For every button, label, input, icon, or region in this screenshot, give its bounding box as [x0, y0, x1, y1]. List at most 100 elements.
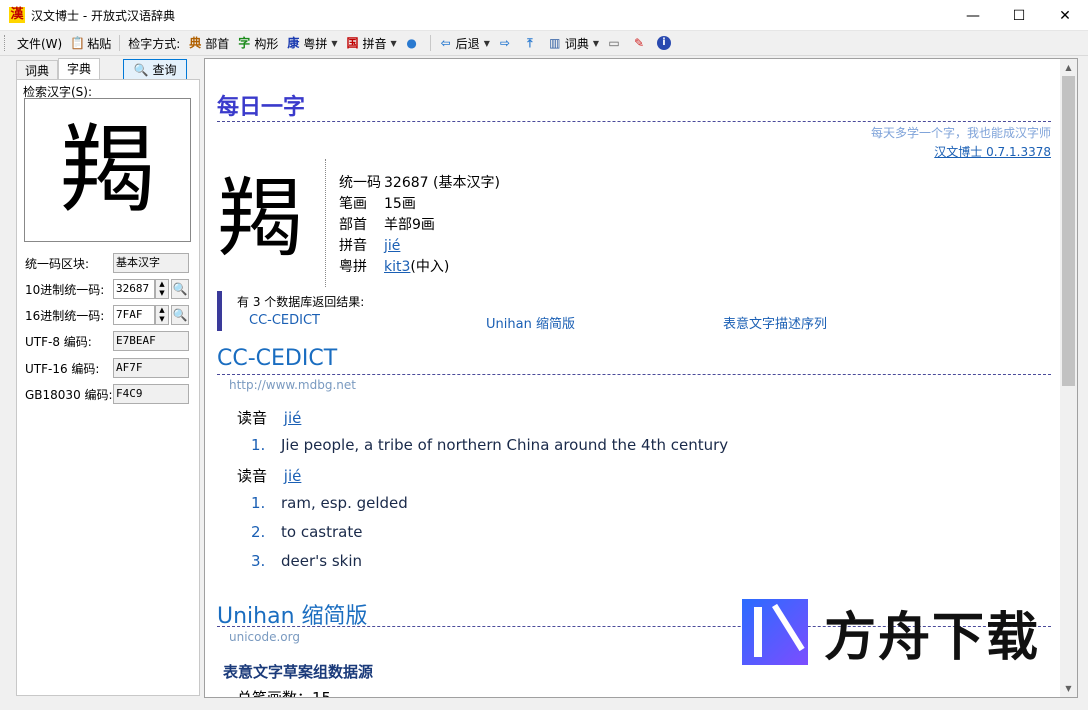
- reading-link[interactable]: jié: [284, 467, 302, 485]
- unihan-url[interactable]: unicode.org: [229, 630, 300, 644]
- top-button[interactable]: ⤒: [519, 32, 544, 54]
- decimal-code-row: 10进制统一码: 32687 ▲ ▼ 🔍: [25, 278, 189, 300]
- globe-button[interactable]: ●: [401, 32, 426, 54]
- zidian-tab-body: 检索汉字(S): 羯 统一码区块: 基本汉字 10进制统一码: 32687 ▲ ▼…: [16, 79, 200, 696]
- chevron-down-icon[interactable]: ▼: [593, 39, 599, 48]
- scroll-down-icon[interactable]: ▼: [1060, 680, 1077, 697]
- decimal-search-button[interactable]: 🔍: [171, 279, 189, 299]
- hex-code-stepper[interactable]: ▲ ▼: [155, 305, 169, 325]
- info-key: 部首: [339, 217, 367, 233]
- pinyin-button[interactable]: 国 拼音 ▼: [342, 32, 401, 54]
- decimal-code-input[interactable]: 32687: [113, 279, 155, 299]
- pinyin-icon: 国: [346, 36, 359, 50]
- pin-icon: ✎: [633, 36, 645, 50]
- pinyin-link[interactable]: jié: [384, 238, 400, 254]
- spin-up-icon[interactable]: ▲: [156, 306, 168, 315]
- cantonese-icon: 康: [287, 36, 300, 50]
- back-button[interactable]: ⇦ 后退 ▼: [435, 32, 494, 54]
- watermark-text: 方舟下载: [824, 607, 1041, 668]
- toolbar-grip[interactable]: [4, 35, 7, 51]
- vertical-scrollbar[interactable]: ▲ ▼: [1060, 59, 1077, 697]
- reading-label: 读音: [237, 467, 268, 485]
- close-button[interactable]: ✕: [1042, 0, 1088, 31]
- spin-down-icon[interactable]: ▼: [156, 289, 168, 298]
- info-icon: i: [657, 36, 672, 50]
- utf8-label: UTF-8 编码:: [25, 334, 92, 349]
- pin-button[interactable]: ✎: [628, 32, 653, 54]
- scroll-up-icon[interactable]: ▲: [1060, 59, 1077, 76]
- decimal-code-stepper[interactable]: ▲ ▼: [155, 279, 169, 299]
- jyutping-link[interactable]: kit3: [384, 259, 410, 275]
- arrow-right-icon: ⇨: [499, 36, 510, 50]
- book-icon: ▥: [549, 36, 561, 50]
- utf8-row: UTF-8 编码: E7BEAF: [25, 330, 189, 352]
- hex-code-label: 16进制统一码:: [25, 308, 105, 323]
- spin-up-icon[interactable]: ▲: [156, 280, 168, 289]
- arrow-left-icon: ⇦: [440, 36, 451, 50]
- yuepin-label: 粤拼: [303, 36, 328, 51]
- cedict-url[interactable]: http://www.mdbg.net: [229, 378, 356, 392]
- pinyin-label: 拼音: [362, 36, 387, 51]
- db-link-cedict[interactable]: CC-CEDICT: [249, 313, 320, 328]
- spin-down-icon[interactable]: ▼: [156, 315, 168, 324]
- dict-label: 词典: [564, 36, 589, 51]
- tab-zidian[interactable]: 字典: [58, 58, 101, 80]
- yuepin-button[interactable]: 康 粤拼 ▼: [282, 32, 341, 54]
- definition-item: 1. ram, esp. gelded: [251, 494, 408, 512]
- definition-item: 2. to castrate: [251, 523, 362, 541]
- stroke-count-row: 总笔画数：15: [237, 689, 332, 698]
- title-bar: 漢 汉文博士 - 开放式汉语辞典 — ☐ ✕: [0, 0, 1088, 31]
- about-button[interactable]: i: [653, 32, 678, 54]
- chevron-down-icon[interactable]: ▼: [484, 39, 490, 48]
- structure-icon: 字: [238, 36, 251, 50]
- gb18030-row: GB18030 编码: F4C9: [25, 383, 189, 405]
- window-title: 汉文博士 - 开放式汉语辞典: [31, 8, 175, 23]
- query-button[interactable]: 🔍 查询: [123, 59, 187, 80]
- goxing-button[interactable]: 字 构形: [233, 32, 282, 54]
- scroll-thumb[interactable]: [1062, 76, 1075, 386]
- goxing-label: 构形: [254, 36, 279, 51]
- toolbar: 文件(W) 📋 粘贴 检字方式: 典 部首 字 构形 康 粤拼 ▼ 国 拼音 ▼…: [0, 31, 1088, 56]
- panel-button[interactable]: ▭: [603, 32, 628, 54]
- chevron-down-icon[interactable]: ▼: [331, 39, 337, 48]
- cedict-title: CC-CEDICT: [217, 346, 338, 371]
- unicode-block-label: 统一码区块:: [25, 256, 90, 271]
- db-results: 有 3 个数据库返回结果: CC-CEDICT Unihan 缩简版 表意文字描…: [217, 291, 1051, 332]
- gb18030-label: GB18030 编码:: [25, 387, 113, 402]
- version-link[interactable]: 汉文博士 0.7.1.3378: [934, 143, 1051, 160]
- db-link-ids[interactable]: 表意文字描述序列: [723, 313, 827, 332]
- forward-button[interactable]: ⇨: [494, 32, 519, 54]
- hex-search-button[interactable]: 🔍: [171, 305, 189, 325]
- definition-text: to castrate: [281, 523, 363, 541]
- divider: [217, 374, 1051, 375]
- decimal-code-label: 10进制统一码:: [25, 282, 105, 297]
- file-menu[interactable]: 文件(W): [13, 32, 66, 54]
- definition-number: 2.: [251, 523, 266, 541]
- info-key: 拼音: [339, 238, 367, 254]
- definition-item: 3. deer's skin: [251, 552, 362, 570]
- chevron-down-icon[interactable]: ▼: [391, 39, 397, 48]
- definition-text: Jie people, a tribe of northern China ar…: [281, 436, 729, 454]
- window-controls: — ☐ ✕: [950, 0, 1088, 31]
- paste-button[interactable]: 📋 粘贴: [66, 32, 115, 54]
- unicode-block-row: 统一码区块: 基本汉字: [25, 252, 189, 274]
- db-summary: 有 3 个数据库返回结果:: [237, 295, 365, 309]
- info-row-jyutping: 粤拼 kit3(中入): [339, 257, 500, 278]
- bushou-label: 部首: [205, 36, 230, 51]
- reading-link[interactable]: jié: [284, 409, 302, 427]
- bushou-button[interactable]: 典 部首: [184, 32, 233, 54]
- minimize-button[interactable]: —: [950, 0, 996, 31]
- tab-cidian[interactable]: 词典: [16, 60, 59, 81]
- info-key: 粤拼: [339, 259, 367, 275]
- char-input[interactable]: 羯: [24, 98, 191, 242]
- dict-button[interactable]: ▥ 词典 ▼: [544, 32, 603, 54]
- info-value: 32687 (基本汉字): [384, 175, 500, 191]
- hex-code-input[interactable]: 7FAF: [113, 305, 155, 325]
- reading-label: 读音: [237, 409, 268, 427]
- info-row-radical: 部首 羊部9画: [339, 215, 500, 236]
- watermark: 方舟下载: [742, 598, 1040, 668]
- magnifier-icon: 🔍: [172, 308, 188, 322]
- db-link-unihan[interactable]: Unihan 缩简版: [486, 313, 575, 332]
- maximize-button[interactable]: ☐: [996, 0, 1042, 31]
- toolbar-separator: [119, 35, 121, 51]
